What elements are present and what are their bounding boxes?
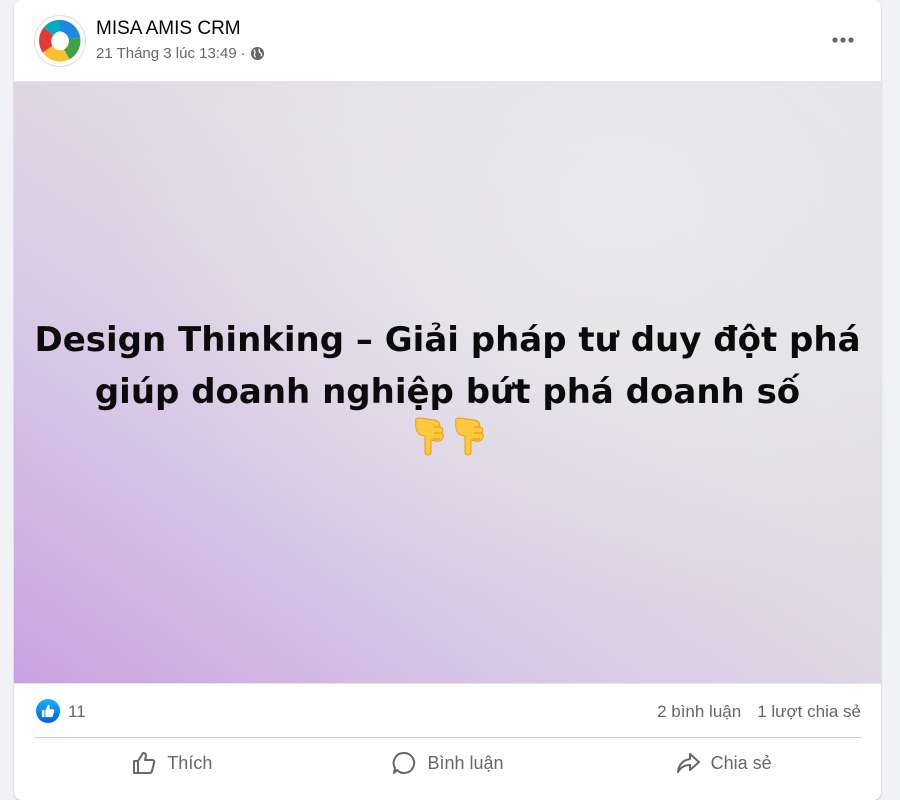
post-actions: Thích Bình luận Chia sẻ (34, 738, 861, 788)
post-card: MISA AMIS CRM 21 Tháng 3 lúc 13:49 · Des… (14, 0, 881, 800)
misa-logo-icon (37, 18, 83, 64)
thumbs-up-icon (41, 704, 55, 718)
post-image-text-line1: Design Thinking – Giải pháp tư duy đột p… (34, 320, 861, 360)
post-header: MISA AMIS CRM 21 Tháng 3 lúc 13:49 · (14, 0, 881, 81)
more-horizontal-icon (832, 37, 854, 43)
post-image-text-line2: giúp doanh nghiệp bứt phá doanh số (94, 372, 801, 412)
comment-button[interactable]: Bình luận (310, 738, 586, 788)
comment-icon (393, 751, 416, 774)
comment-count[interactable]: 2 bình luận (657, 702, 741, 722)
share-arrow-icon (676, 753, 700, 773)
post-meta: 21 Tháng 3 lúc 13:49 · (96, 45, 265, 62)
post-stats: 11 2 bình luận 1 lượt chia sẻ (34, 684, 861, 738)
globe-icon[interactable] (250, 46, 265, 61)
like-button-label: Thích (167, 752, 213, 773)
post-image-text: Design Thinking – Giải pháp tư duy đột p… (14, 314, 881, 418)
comment-button-label: Bình luận (427, 752, 504, 773)
backhand-index-pointing-down-icon (454, 417, 484, 456)
meta-separator: · (240, 45, 246, 62)
emoji-row (14, 416, 881, 456)
more-options-button[interactable] (825, 22, 861, 58)
share-button-label: Chia sẻ (710, 752, 772, 773)
like-button[interactable]: Thích (34, 738, 310, 788)
avatar[interactable] (34, 15, 86, 67)
share-count[interactable]: 1 lượt chia sẻ (757, 702, 861, 722)
post-timestamp[interactable]: 21 Tháng 3 lúc 13:49 (96, 45, 237, 62)
post-image[interactable]: Design Thinking – Giải pháp tư duy đột p… (14, 81, 881, 684)
like-count[interactable]: 11 (68, 702, 86, 722)
engagement-counts: 2 bình luận 1 lượt chia sẻ (657, 702, 861, 722)
author-name[interactable]: MISA AMIS CRM (96, 18, 241, 40)
share-button[interactable]: Chia sẻ (585, 738, 861, 788)
backhand-index-pointing-down-icon (414, 417, 444, 456)
like-icon[interactable] (36, 699, 60, 723)
thumbs-up-outline-icon (133, 752, 156, 774)
